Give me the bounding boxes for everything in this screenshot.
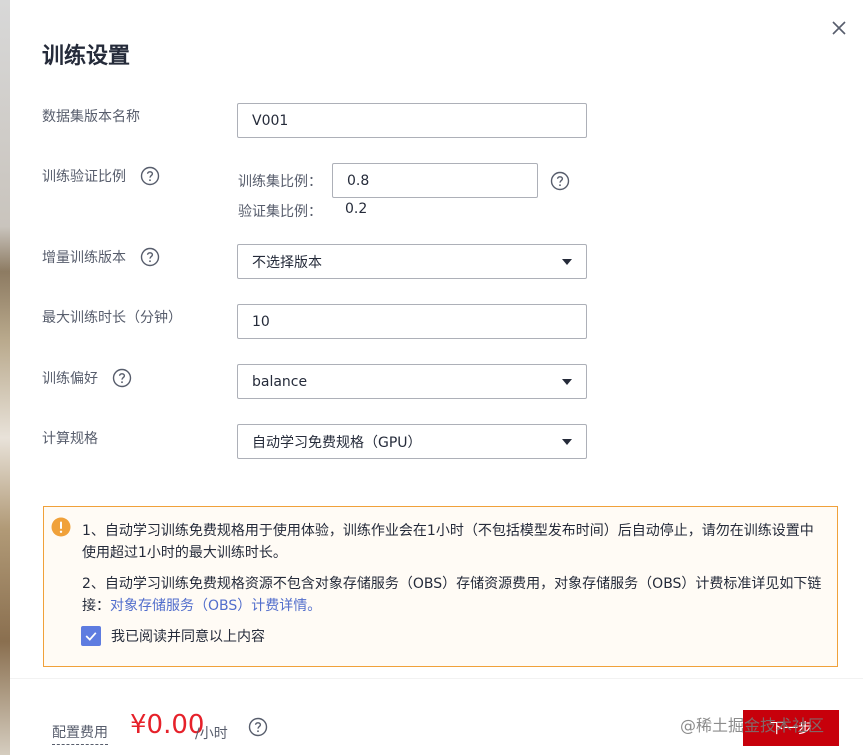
train-ratio-help-icon[interactable] — [550, 171, 570, 191]
compute-spec-select[interactable]: 自动学习免费规格（GPU） — [237, 424, 587, 459]
training-preference-select[interactable]: balance — [237, 364, 587, 399]
max-training-time-label: 最大训练时长（分钟） — [42, 310, 182, 326]
dialog-title: 训练设置 — [42, 44, 131, 69]
val-ratio-value: 0.2 — [345, 201, 368, 217]
val-ratio-label: 验证集比例： — [238, 204, 322, 220]
notice-box: 1、自动学习训练免费规格用于使用体验，训练作业会在1小时（不包括模型发布时间）后… — [43, 506, 838, 667]
agree-row[interactable]: 我已阅读并同意以上内容 — [81, 626, 265, 646]
footer-divider — [10, 678, 863, 679]
incremental-version-label: 增量训练版本 — [42, 247, 160, 267]
agree-label[interactable]: 我已阅读并同意以上内容 — [111, 626, 265, 646]
training-settings-dialog: 训练设置 数据集版本名称 V001 训练验证比例 训练集比例： 0.8 验证集比… — [10, 0, 863, 755]
split-ratio-label: 训练验证比例 — [42, 166, 160, 186]
next-step-button[interactable]: 下一步 — [743, 710, 839, 746]
notice-item-2: 2、自动学习训练免费规格资源不包含对象存储服务（OBS）存储资源费用，对象存储服… — [82, 573, 827, 617]
incremental-version-select[interactable]: 不选择版本 — [237, 244, 587, 279]
config-fee-unit: /小时 — [195, 726, 228, 742]
training-preference-label: 训练偏好 — [42, 368, 132, 388]
fee-help-icon[interactable] — [248, 717, 268, 737]
close-icon[interactable] — [827, 16, 851, 40]
train-ratio-input[interactable]: 0.8 — [332, 163, 538, 198]
dataset-version-input[interactable]: V001 — [237, 103, 587, 138]
warning-icon — [51, 517, 71, 537]
agree-checkbox[interactable] — [81, 626, 101, 646]
help-icon[interactable] — [112, 368, 132, 388]
config-fee-label: 配置费用 — [52, 722, 108, 745]
config-fee-value: ¥0.00 — [130, 710, 205, 740]
background-page-strip — [0, 0, 10, 755]
notice-item-1: 1、自动学习训练免费规格用于使用体验，训练作业会在1小时（不包括模型发布时间）后… — [82, 523, 814, 561]
compute-spec-label: 计算规格 — [42, 431, 98, 447]
obs-billing-link[interactable]: 对象存储服务（OBS）计费详情。 — [110, 598, 321, 614]
help-icon[interactable] — [140, 166, 160, 186]
train-ratio-label: 训练集比例： — [238, 174, 322, 190]
max-training-time-input[interactable]: 10 — [237, 304, 587, 339]
dataset-version-label: 数据集版本名称 — [42, 109, 140, 125]
help-icon[interactable] — [140, 247, 160, 267]
